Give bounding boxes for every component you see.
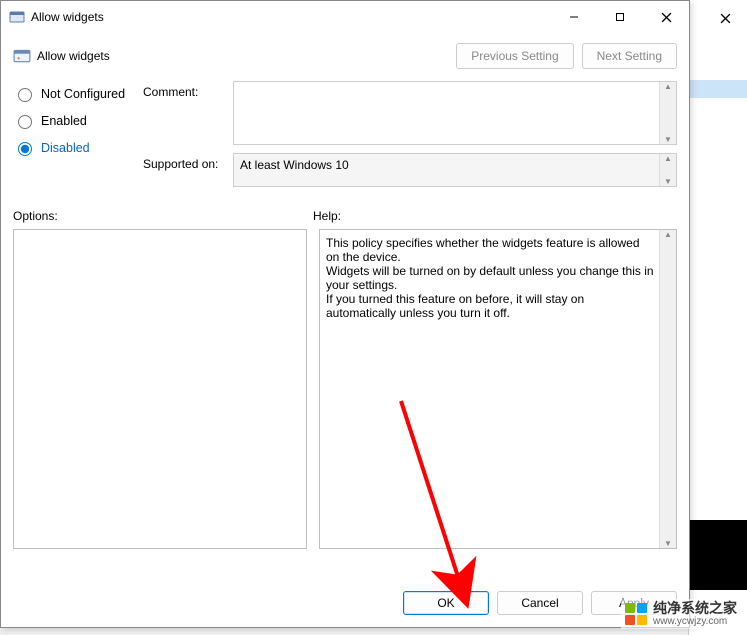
background-selection-strip xyxy=(690,80,747,98)
background-close-icon[interactable] xyxy=(715,8,735,28)
scroll-down-icon[interactable]: ▼ xyxy=(664,177,672,186)
help-text: This policy specifies whether the widget… xyxy=(326,236,656,320)
comment-scrollbar[interactable]: ▲ ▼ xyxy=(659,82,676,144)
comment-textbox[interactable]: ▲ ▼ xyxy=(233,81,677,145)
radio-not-configured-label: Not Configured xyxy=(41,87,125,101)
comment-label: Comment: xyxy=(143,81,233,145)
app-icon xyxy=(9,9,25,25)
radio-not-configured[interactable]: Not Configured xyxy=(13,85,143,102)
policy-icon xyxy=(13,47,31,65)
help-scrollbar[interactable]: ▲ ▼ xyxy=(659,230,676,548)
options-label: Options: xyxy=(13,209,313,223)
state-radio-group: Not Configured Enabled Disabled xyxy=(13,85,143,156)
radio-disabled-label: Disabled xyxy=(41,141,90,155)
subheader-title: Allow widgets xyxy=(37,49,110,63)
close-button[interactable] xyxy=(643,1,689,33)
scroll-down-icon[interactable]: ▼ xyxy=(664,539,672,548)
scroll-up-icon[interactable]: ▲ xyxy=(664,82,672,91)
scroll-up-icon[interactable]: ▲ xyxy=(664,154,672,163)
radio-enabled[interactable]: Enabled xyxy=(13,112,143,129)
radio-enabled-label: Enabled xyxy=(41,114,87,128)
radio-disabled-input[interactable] xyxy=(18,142,32,156)
radio-not-configured-input[interactable] xyxy=(18,88,32,102)
background-dark-region xyxy=(690,520,747,590)
dialog-footer: OK Cancel Apply xyxy=(1,581,689,627)
minimize-button[interactable] xyxy=(551,1,597,33)
watermark-text: 纯净系统之家 xyxy=(653,601,737,616)
watermark-logo-icon xyxy=(625,603,647,625)
radio-disabled[interactable]: Disabled xyxy=(13,139,143,156)
help-panel: This policy specifies whether the widget… xyxy=(319,229,677,549)
watermark: 纯净系统之家 www.ycwjzy.com xyxy=(621,599,741,629)
next-setting-button[interactable]: Next Setting xyxy=(582,43,677,69)
supported-label: Supported on: xyxy=(143,153,233,187)
options-panel xyxy=(13,229,307,549)
supported-textbox: At least Windows 10 ▲ ▼ xyxy=(233,153,677,187)
window-title: Allow widgets xyxy=(31,10,104,24)
radio-enabled-input[interactable] xyxy=(18,115,32,129)
subheader: Allow widgets Previous Setting Next Sett… xyxy=(13,41,677,71)
cancel-button[interactable]: Cancel xyxy=(497,591,583,615)
titlebar: Allow widgets xyxy=(1,1,689,33)
ok-button[interactable]: OK xyxy=(403,591,489,615)
previous-setting-button[interactable]: Previous Setting xyxy=(456,43,573,69)
supported-scrollbar[interactable]: ▲ ▼ xyxy=(659,154,676,186)
maximize-button[interactable] xyxy=(597,1,643,33)
watermark-url: www.ycwjzy.com xyxy=(653,616,737,627)
scroll-up-icon[interactable]: ▲ xyxy=(664,230,672,239)
policy-dialog: Allow widgets Allow widgets Previous Set… xyxy=(0,0,690,628)
supported-value: At least Windows 10 xyxy=(240,158,349,172)
scroll-down-icon[interactable]: ▼ xyxy=(664,135,672,144)
help-label: Help: xyxy=(313,209,341,223)
